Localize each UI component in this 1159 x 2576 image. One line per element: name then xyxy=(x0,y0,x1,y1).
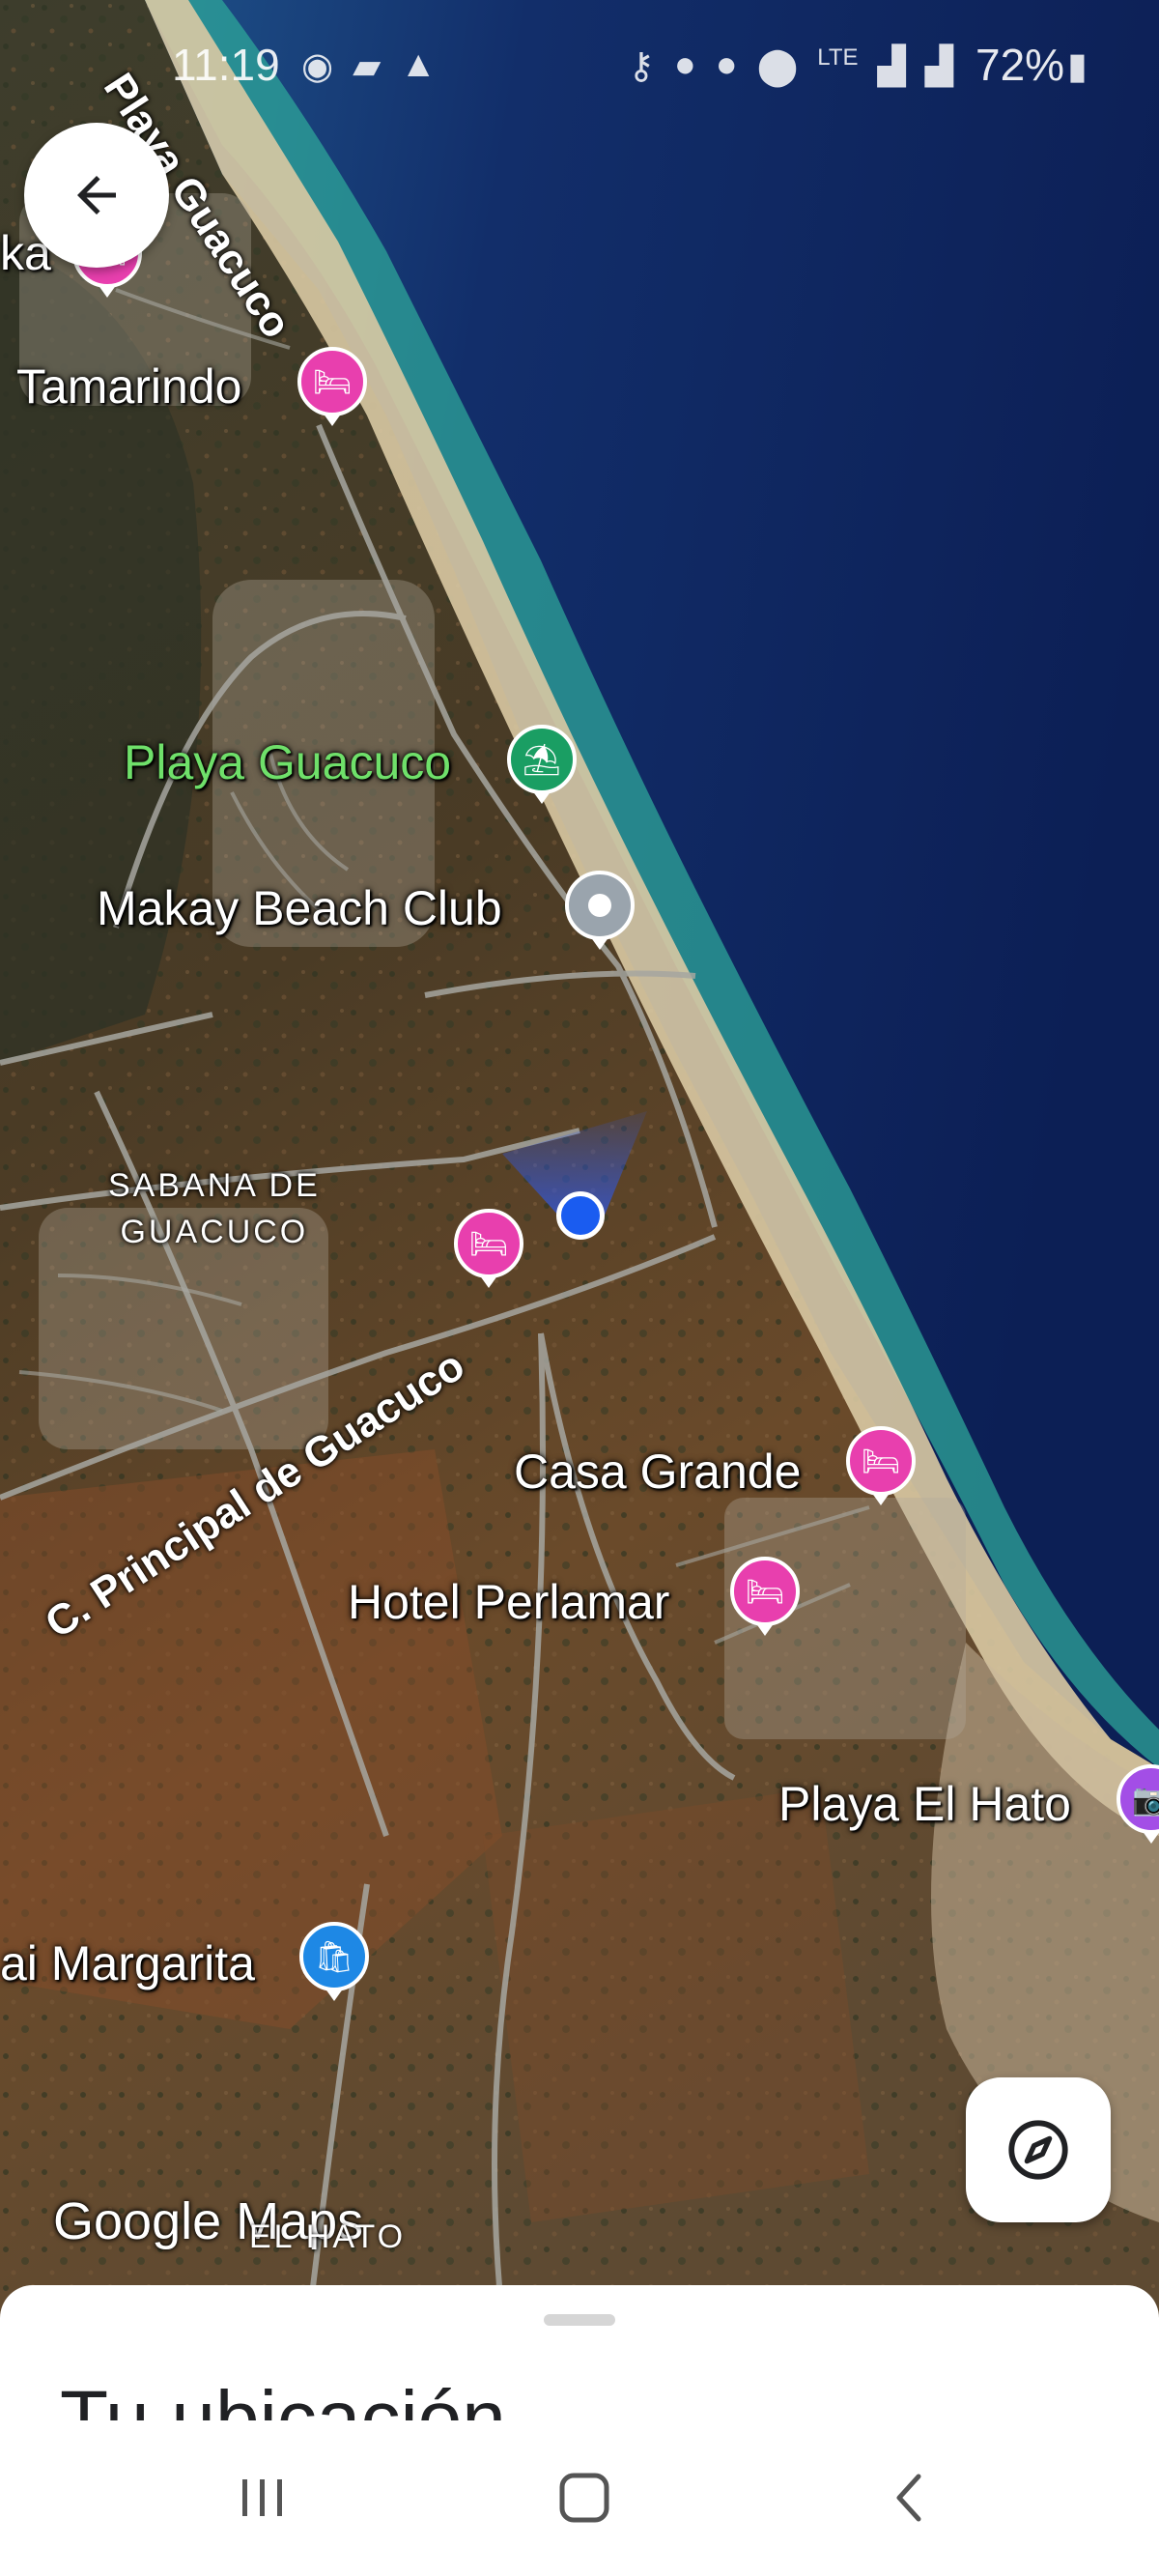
status-battery-text: 72% xyxy=(975,40,1065,90)
status-battery: ▮ xyxy=(1067,44,1088,88)
place-pin-makay-beach-club[interactable] xyxy=(565,871,635,950)
current-location-dot[interactable] xyxy=(556,1191,605,1240)
place-label-casa-grande[interactable]: Casa Grande xyxy=(514,1444,801,1500)
home-icon xyxy=(559,2473,609,2523)
hotel-pin-casa-grande[interactable]: 🛏 xyxy=(846,1426,916,1505)
status-icons-left: ◉ ▰ ▲ xyxy=(301,44,437,88)
badge-icon: ● xyxy=(673,44,696,85)
nav-back-button[interactable] xyxy=(871,2459,948,2536)
beach-umbrella-icon: ⛱ xyxy=(522,742,562,777)
hotel-pin-hotel-perlamar[interactable]: 🛏 xyxy=(730,1557,800,1636)
place-label-tamarindo[interactable]: Tamarindo xyxy=(16,358,241,415)
messenger-icon: ◉ xyxy=(301,46,334,87)
status-time: 11:19 xyxy=(172,40,280,90)
bed-icon: 🛏 xyxy=(745,1574,785,1609)
lte-icon: LTE xyxy=(817,44,859,71)
map-view[interactable]: Playa Guacuco ka 🛏 Tamarindo 🛏 Playa Gua… xyxy=(0,0,1159,2319)
location-icon: ⬤ xyxy=(756,46,799,87)
home-button[interactable] xyxy=(546,2459,623,2536)
badge-icon: ● xyxy=(715,44,738,85)
arrow-back-icon xyxy=(77,176,116,215)
alert-icon: ▲ xyxy=(400,44,438,85)
photo-icon: ▰ xyxy=(353,46,382,87)
hotel-pin-tamarindo[interactable]: 🛏 xyxy=(297,347,367,426)
recent-apps-button[interactable] xyxy=(224,2459,301,2536)
signal-icon: ▟ xyxy=(877,46,906,87)
camera-icon: 📷 xyxy=(1132,1782,1159,1817)
compass-icon xyxy=(1008,2120,1068,2180)
area-label-line1: SABANA DE xyxy=(108,1167,321,1204)
recent-apps-icon xyxy=(242,2479,282,2516)
area-label-line2: GUACUCO xyxy=(120,1214,309,1250)
key-icon: ⚷ xyxy=(628,46,655,87)
place-label-playa-el-hato[interactable]: Playa El Hato xyxy=(778,1776,1071,1832)
dot-icon xyxy=(588,894,611,917)
status-icons-right: ⚷ ● ● ⬤ LTE ▟ ▟ xyxy=(628,44,953,88)
signal-icon: ▟ xyxy=(924,46,953,87)
bed-icon: 🛏 xyxy=(312,364,353,399)
area-label-el-hato: EL HATO xyxy=(249,2218,407,2255)
place-label-makay-beach-club[interactable]: Makay Beach Club xyxy=(97,880,502,936)
place-label-hotel-perlamar[interactable]: Hotel Perlamar xyxy=(348,1574,669,1630)
system-navigation-bar xyxy=(0,2420,1159,2576)
shop-pin-margarita[interactable]: 🛍 xyxy=(299,1922,369,2001)
beach-pin-playa-guacuco[interactable]: ⛱ xyxy=(507,725,577,804)
location-bottom-sheet[interactable]: Tu ubicación xyxy=(0,2285,1159,2420)
chevron-left-icon xyxy=(896,2474,921,2522)
drag-handle[interactable] xyxy=(544,2314,615,2326)
back-button[interactable] xyxy=(24,123,169,268)
sheet-title: Tu ubicación xyxy=(60,2375,506,2421)
compass-button[interactable] xyxy=(966,2077,1111,2222)
hotel-pin-sabana[interactable]: 🛏 xyxy=(454,1209,523,1288)
shopping-bag-icon: 🛍 xyxy=(314,1939,354,1974)
battery-icon: ▮ xyxy=(1067,46,1088,87)
bed-icon: 🛏 xyxy=(468,1226,509,1261)
bed-icon: 🛏 xyxy=(861,1444,901,1478)
area-label-sabana-de-guacuco: SABANA DE GUACUCO xyxy=(108,1162,321,1255)
status-bar: 11:19 ◉ ▰ ▲ ⚷ ● ● ⬤ LTE ▟ ▟ 72% ▮ xyxy=(0,0,1159,135)
place-label-playa-guacuco[interactable]: Playa Guacuco xyxy=(124,734,451,790)
place-label-margarita[interactable]: ai Margarita xyxy=(0,1935,255,1991)
